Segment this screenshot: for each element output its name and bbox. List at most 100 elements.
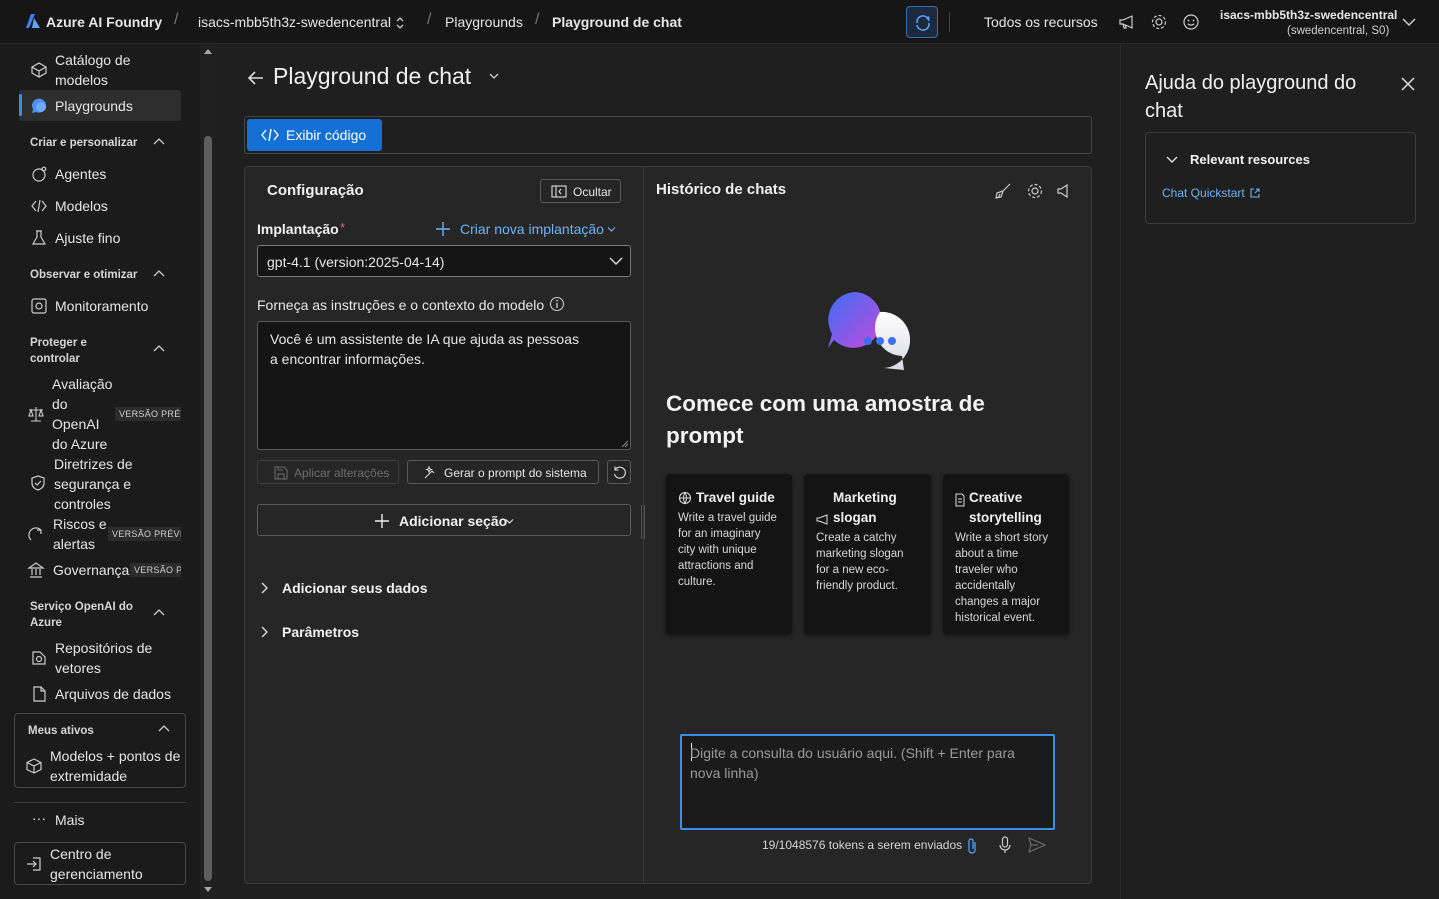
back-arrow-icon[interactable] [246, 68, 266, 88]
nav-monitoring[interactable]: Monitoramento [55, 296, 148, 316]
view-code-button[interactable]: Exibir código [247, 119, 382, 151]
chevron-up-icon[interactable] [152, 135, 166, 149]
nav-section-assets: Meus ativos [28, 725, 94, 737]
nav-guidelines[interactable]: Diretrizes de segurança e controles [54, 454, 164, 514]
card-description: Create a catchy marketing slogan for a n… [816, 532, 904, 592]
generate-prompt-label: Gerar o prompt do sistema [444, 466, 587, 480]
speaker-icon[interactable] [1056, 182, 1072, 200]
nav-vector-stores[interactable]: Repositórios de vetores [55, 638, 175, 678]
nav-finetune[interactable]: Ajuste fino [55, 228, 120, 248]
card-title: Marketing slogan [833, 490, 897, 525]
plus-icon[interactable] [435, 221, 451, 237]
apply-changes-label: Aplicar alterações [294, 466, 390, 480]
file-icon [33, 686, 46, 702]
user-query-input[interactable]: Digite a consulta do usuário aqui. (Shif… [680, 734, 1055, 830]
nav-section-protect: Proteger e controlar [30, 337, 87, 365]
shield-icon [31, 475, 45, 491]
close-icon[interactable] [1400, 76, 1416, 92]
chevron-down-icon[interactable] [1401, 15, 1417, 29]
active-indicator [19, 94, 22, 116]
instructions-label: Forneça as instruções e o contexto do mo… [257, 297, 545, 313]
scale-icon [28, 407, 44, 422]
code-icon [261, 128, 279, 142]
send-icon[interactable] [1028, 837, 1046, 853]
chevron-right-icon[interactable] [259, 625, 269, 639]
copilot-icon [916, 15, 930, 31]
deployment-label: Implantação [257, 221, 339, 237]
microphone-icon[interactable] [997, 836, 1013, 854]
breadcrumb-playgrounds[interactable]: Playgrounds [445, 14, 523, 30]
apply-changes-button[interactable]: Aplicar alterações [257, 460, 399, 484]
plus-icon [375, 514, 389, 528]
chat-history-title: Histórico de chats [656, 181, 787, 198]
preview-badge: VERSÃO PR [130, 563, 181, 577]
hide-label: Ocultar [573, 185, 612, 199]
create-deployment-link[interactable]: Criar nova implantação [460, 221, 604, 237]
hide-button[interactable]: Ocultar [540, 179, 621, 203]
gear-icon[interactable] [1150, 13, 1168, 31]
governance-icon [27, 562, 45, 578]
parameters-section[interactable]: Parâmetros [282, 624, 359, 640]
nav-risks[interactable]: Riscos e alertas [53, 514, 108, 554]
attach-paperclip-icon[interactable] [966, 837, 978, 855]
nav-more[interactable]: Mais [55, 810, 85, 830]
nav-playgrounds[interactable]: Playgrounds [55, 96, 133, 116]
flask-icon [31, 230, 47, 245]
reset-button[interactable] [607, 460, 631, 484]
generate-prompt-button[interactable]: Gerar o prompt do sistema [407, 460, 599, 484]
copilot-button[interactable] [906, 6, 938, 38]
all-resources-link[interactable]: Todos os recursos [984, 14, 1098, 30]
add-section-button[interactable]: Adicionar seção [257, 504, 631, 536]
chevron-down-icon[interactable] [607, 226, 616, 233]
chevron-up-icon[interactable] [152, 342, 166, 356]
config-title: Configuração [267, 182, 364, 199]
cube-icon [26, 758, 42, 774]
brand-name[interactable]: Azure AI Foundry [46, 14, 162, 30]
resize-grip-icon[interactable] [621, 440, 629, 448]
announcement-icon[interactable] [1118, 13, 1136, 31]
add-section-label: Adicionar seção [399, 513, 508, 529]
chevron-up-icon[interactable] [157, 722, 171, 736]
system-message-textarea[interactable]: Você é um assistente de IA que ajuda as … [257, 321, 631, 450]
nav-management-center[interactable]: Centro de gerenciamento [50, 844, 180, 884]
nav-models[interactable]: Modelos [55, 196, 108, 216]
external-link-icon[interactable] [1249, 187, 1261, 199]
gear-icon[interactable] [1026, 182, 1044, 200]
chevron-right-icon[interactable] [259, 581, 269, 595]
scroll-down-icon[interactable] [203, 886, 213, 894]
nav-governance[interactable]: Governança [53, 560, 129, 580]
nav-models-endpoints[interactable]: Modelos + pontos de extremidade [50, 746, 186, 786]
feedback-smiley-icon[interactable] [1182, 13, 1200, 31]
preview-badge: VERSÃO PRÉVIA [108, 527, 181, 541]
chat-quickstart-link[interactable]: Chat Quickstart [1162, 186, 1245, 200]
vector-store-icon [32, 651, 46, 665]
chevron-up-icon[interactable] [152, 606, 166, 620]
add-data-section[interactable]: Adicionar seus dados [282, 580, 427, 596]
prompt-card-travel-guide[interactable]: Travel guide Write a travel guide for an… [666, 474, 792, 634]
relevant-resources-header[interactable]: Relevant resources [1190, 152, 1310, 167]
required-mark: * [340, 220, 346, 235]
prompt-card-marketing-slogan[interactable]: Marketing slogan Create a catchy marketi… [804, 474, 931, 634]
account-name[interactable]: isacs-mbb5th3z-swedencentral [1220, 8, 1397, 22]
broom-clear-icon[interactable] [994, 182, 1012, 200]
view-code-label: Exibir código [286, 127, 367, 143]
deployment-select[interactable]: gpt-4.1 (version:2025-04-14) [257, 245, 631, 277]
chevron-down-icon[interactable] [1165, 154, 1179, 166]
nav-model-catalog[interactable]: Catálogo de modelos [55, 50, 175, 90]
updown-chevron-icon[interactable] [395, 16, 405, 30]
chevron-up-icon[interactable] [152, 267, 166, 281]
more-icon: ··· [32, 810, 46, 826]
resize-handle[interactable] [641, 505, 645, 539]
agents-icon [32, 166, 47, 182]
nav-data-files[interactable]: Arquivos de dados [55, 684, 171, 704]
scroll-up-icon[interactable] [203, 47, 213, 55]
prompt-card-creative-storytelling[interactable]: Creative storytelling Write a short stor… [943, 474, 1069, 634]
nav-eval[interactable]: Avaliação do OpenAI do Azure [52, 374, 112, 454]
panel-collapse-icon [551, 185, 567, 198]
project-selector[interactable]: isacs-mbb5th3z-swedencentral [198, 14, 391, 30]
info-icon[interactable] [549, 296, 565, 312]
playgrounds-icon [31, 98, 46, 113]
nav-agents[interactable]: Agentes [55, 164, 106, 184]
nav-scrollbar-thumb[interactable] [204, 136, 212, 881]
chevron-down-icon[interactable] [489, 72, 499, 80]
